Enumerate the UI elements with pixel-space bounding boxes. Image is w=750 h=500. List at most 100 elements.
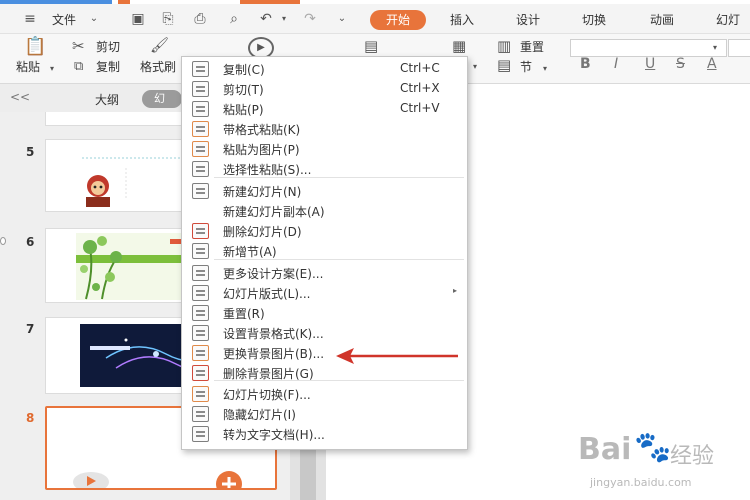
quick-access-more-icon[interactable]: ⌄ <box>334 11 350 27</box>
redo-icon[interactable]: ↷ <box>302 11 318 27</box>
reset-icon[interactable]: ▥ <box>497 37 511 55</box>
watermark-brand-2: 经验 <box>670 444 715 469</box>
context-menu-item-label: 重置(R) <box>223 307 265 321</box>
new-slide-icon <box>192 183 209 199</box>
context-menu-item[interactable]: 重置(R) <box>182 303 467 323</box>
context-menu-item[interactable]: 复制(C) Ctrl+C <box>182 59 467 79</box>
context-menu-shortcut: Ctrl+C <box>400 61 440 75</box>
font-dropdown-icon[interactable]: ▾ <box>713 39 717 57</box>
paste-special-icon <box>192 161 209 177</box>
tab-home[interactable]: 开始 <box>370 10 426 30</box>
format-icon[interactable]: ⎘ <box>160 11 176 27</box>
font-size-box[interactable] <box>728 39 750 57</box>
undo-icon[interactable]: ↶ <box>258 11 274 27</box>
copy-button[interactable]: 复制 <box>96 58 120 75</box>
print-preview-icon[interactable]: ⌕ <box>226 11 242 27</box>
context-menu-item[interactable]: 剪切(T) Ctrl+X <box>182 79 467 99</box>
paste-icon <box>192 101 209 117</box>
tab-animation[interactable]: 动画 <box>650 11 674 28</box>
context-menu-item[interactable]: 带格式粘贴(K) <box>182 119 467 139</box>
hamburger-icon[interactable]: ≡ <box>22 11 38 27</box>
design-icon <box>192 265 209 281</box>
context-menu-item-label: 删除幻灯片(D) <box>223 225 302 239</box>
context-menu-item[interactable]: 隐藏幻灯片(I) <box>182 404 467 424</box>
save-icon[interactable]: ▣ <box>130 11 146 27</box>
undo-dropdown-icon[interactable]: ▾ <box>276 11 292 27</box>
delete-slide-icon <box>192 223 209 239</box>
context-menu-item[interactable]: 幻灯片切换(F)... <box>182 384 467 404</box>
menu-separator <box>214 259 464 260</box>
context-menu-item[interactable]: 新建幻灯片副本(A) <box>182 201 467 221</box>
paste-icon[interactable]: 📋 <box>24 38 46 56</box>
strikethrough-button[interactable]: S <box>676 56 685 72</box>
copy-icon[interactable]: ⧉ <box>74 58 83 76</box>
tab-transition[interactable]: 切换 <box>582 11 606 28</box>
context-menu-item-label: 粘贴为图片(P) <box>223 143 300 157</box>
context-menu-item[interactable]: 设置背景格式(K)... <box>182 323 467 343</box>
cut-button[interactable]: 剪切 <box>96 38 120 55</box>
collapse-panel-button[interactable]: << <box>10 90 30 104</box>
context-menu-item[interactable]: 删除幻灯片(D) <box>182 221 467 241</box>
chevron-down-icon[interactable]: ⌄ <box>86 11 102 27</box>
tab-slideshow[interactable]: 幻灯 <box>716 11 740 28</box>
context-menu-item[interactable]: 粘贴为图片(P) <box>182 139 467 159</box>
context-menu-item-label: 粘贴(P) <box>223 103 264 117</box>
tab-outline[interactable]: 大纲 <box>95 91 119 108</box>
delete-background-icon <box>192 365 209 381</box>
reset-icon <box>192 305 209 321</box>
baidu-watermark: Bai 🐾 经验 jingyan.baidu.com <box>570 430 720 492</box>
context-menu-item-label: 剪切(T) <box>223 83 264 97</box>
watermark-paw-icon: 🐾 <box>634 430 672 465</box>
context-menu-shortcut: Ctrl+V <box>400 101 440 115</box>
section-dropdown-icon[interactable]: ▾ <box>543 60 547 78</box>
copy-icon <box>192 61 209 77</box>
paste-dropdown-icon[interactable]: ▾ <box>50 60 54 78</box>
paste-picture-icon <box>192 141 209 157</box>
wps-presentation-window: ≡ 文件 ⌄ ▣ ⎘ ⎙ ⌕ ↶ ▾ ↷ ⌄ 开始 插入 设计 切换 动画 幻灯… <box>0 0 750 500</box>
layout-icon <box>192 285 209 301</box>
submenu-arrow-icon: ▸ <box>453 286 458 295</box>
reset-button[interactable]: 重置 <box>520 38 544 55</box>
menu-bar: ≡ 文件 ⌄ ▣ ⎘ ⎙ ⌕ ↶ ▾ ↷ ⌄ 开始 插入 设计 切换 动画 幻灯 <box>0 4 750 34</box>
change-background-icon <box>192 345 209 361</box>
new-section-icon <box>192 243 209 259</box>
print-icon[interactable]: ⎙ <box>192 11 208 27</box>
paste-format-icon <box>192 121 209 137</box>
annotation-arrow <box>336 348 458 364</box>
context-menu-item[interactable]: 幻灯片版式(L)... ▸ <box>182 283 467 303</box>
format-painter-button[interactable]: 格式刷 <box>140 58 176 75</box>
underline-button[interactable]: U <box>645 56 655 72</box>
convert-doc-icon <box>192 426 209 442</box>
context-menu-item-label: 新增节(A) <box>223 245 277 259</box>
context-menu-item-label: 选择性粘贴(S)... <box>223 163 312 177</box>
hide-slide-icon <box>192 406 209 422</box>
context-menu-item[interactable]: 选择性粘贴(S)... <box>182 159 467 179</box>
file-menu[interactable]: 文件 <box>52 11 76 28</box>
context-menu-item-label: 带格式粘贴(K) <box>223 123 301 137</box>
context-menu-item[interactable]: 转为文字文档(H)... <box>182 424 467 444</box>
font-color-button[interactable]: A <box>707 56 717 72</box>
paste-button[interactable]: 粘贴 <box>16 58 40 75</box>
tab-slides[interactable]: 幻 <box>142 90 182 108</box>
context-menu-item[interactable]: 粘贴(P) Ctrl+V <box>182 99 467 119</box>
layout-dropdown-icon[interactable]: ▾ <box>473 58 477 76</box>
format-painter-icon[interactable]: 🖌 <box>150 36 169 54</box>
new-slide-icon[interactable]: ▤ <box>364 37 378 55</box>
section-icon[interactable]: ▤ <box>497 56 511 74</box>
layout-icon[interactable]: ▦ <box>452 37 466 55</box>
context-menu-item-label: 幻灯片切换(F)... <box>223 388 311 402</box>
section-button[interactable]: 节 <box>520 58 532 75</box>
watermark-url: jingyan.baidu.com <box>590 476 692 489</box>
font-name-box[interactable] <box>570 39 727 57</box>
splitter-handle-icon[interactable] <box>0 237 6 245</box>
italic-button[interactable]: I <box>614 56 618 72</box>
tab-insert[interactable]: 插入 <box>450 11 474 28</box>
context-menu-item[interactable]: 更多设计方案(E)... <box>182 263 467 283</box>
context-menu-item[interactable]: 新建幻灯片(N) <box>182 181 467 201</box>
context-menu-item[interactable]: 新增节(A) <box>182 241 467 261</box>
context-menu-item-label: 转为文字文档(H)... <box>223 428 325 442</box>
bold-button[interactable]: B <box>580 56 591 72</box>
scissors-icon[interactable]: ✂ <box>72 37 85 55</box>
tab-design[interactable]: 设计 <box>516 11 540 28</box>
context-menu-item-label: 更多设计方案(E)... <box>223 267 324 281</box>
